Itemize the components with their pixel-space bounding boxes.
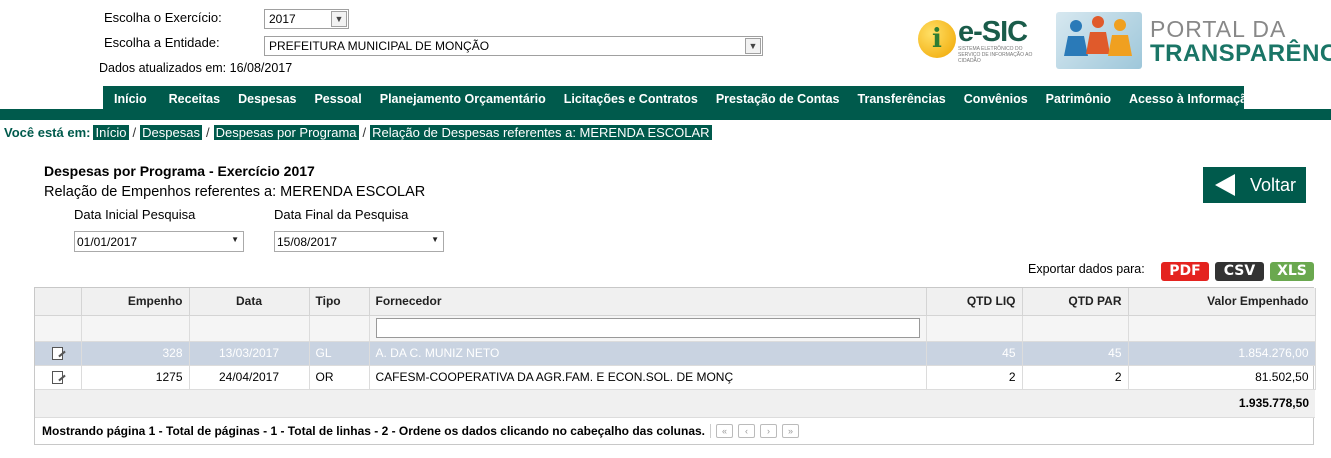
updated-text: Dados atualizados em: 16/08/2017 (99, 61, 293, 75)
esic-subtitle: SISTEMA ELETRÔNICO DO SERVIÇO DE INFORMA… (958, 46, 1033, 64)
cell-fornecedor: A. DA C. MUNIZ NETO (369, 341, 927, 366)
fornecedor-filter-input[interactable] (375, 318, 920, 338)
exercicio-label: Escolha o Exercício: (104, 10, 222, 25)
prev-page-button[interactable]: ‹ (738, 423, 756, 438)
table-row[interactable]: 1275 24/04/2017 OR CAFESM-COOPERATIVA DA… (35, 365, 1316, 390)
document-edit-icon[interactable] (52, 371, 64, 385)
voltar-button[interactable]: Voltar (1203, 167, 1306, 203)
data-inicial-value: 01/01/2017 (77, 235, 138, 249)
main-menu: Início Receitas Despesas Pessoal Planeja… (103, 86, 1255, 111)
menu-item-licitacoes[interactable]: Licitações e Contratos (555, 92, 707, 106)
menu-item-transferencias[interactable]: Transferências (849, 92, 955, 106)
table-row[interactable]: 328 13/03/2017 GL A. DA C. MUNIZ NETO 45… (35, 341, 1316, 366)
menu-item-patrimonio[interactable]: Patrimônio (1037, 92, 1120, 106)
cell-valor: 81.502,50 (1128, 365, 1316, 390)
cell-empenho: 328 (81, 341, 190, 366)
export-csv-button[interactable]: CSV (1215, 262, 1264, 281)
col-header-qtd-par[interactable]: QTD PAR (1022, 288, 1129, 316)
cell-empenho: 1275 (81, 365, 190, 390)
portal-title-line1: PORTAL DA (1150, 16, 1287, 42)
menu-item-planejamento[interactable]: Planejamento Orçamentário (371, 92, 555, 106)
export-pdf-button[interactable]: PDF (1161, 262, 1209, 281)
caret-down-icon: ▼ (231, 235, 239, 244)
data-inicial-select[interactable]: 01/01/2017 ▼ (74, 231, 244, 252)
esic-logo[interactable]: i e-SIC SISTEMA ELETRÔNICO DO SERVIÇO DE… (918, 16, 1048, 64)
menu-item-despesas[interactable]: Despesas (229, 92, 305, 106)
voltar-label: Voltar (1250, 174, 1297, 195)
col-header-empenho[interactable]: Empenho (81, 288, 190, 316)
cell-qtd-par: 2 (1022, 365, 1129, 390)
portal-title-line2: TRANSPARÊNCIA (1150, 40, 1331, 67)
total-valor: 1.935.778,50 (1128, 389, 1315, 418)
data-final-label: Data Final da Pesquisa (274, 207, 409, 222)
next-page-button[interactable]: › (760, 423, 778, 438)
cell-valor: 1.854.276,00 (1128, 341, 1316, 366)
caret-down-icon: ▼ (431, 235, 439, 244)
data-inicial-label: Data Inicial Pesquisa (74, 207, 196, 222)
breadcrumb-despesas[interactable]: Despesas (140, 124, 202, 140)
breadcrumb: Você está em: Início / Despesas / Despes… (4, 124, 712, 140)
menu-item-prestacao[interactable]: Prestação de Contas (707, 92, 849, 106)
breadcrumb-current[interactable]: Relação de Despesas referentes a: MEREND… (370, 124, 712, 140)
export-label: Exportar dados para: (1028, 262, 1145, 276)
data-final-select[interactable]: 15/08/2017 ▼ (274, 231, 444, 252)
entidade-label: Escolha a Entidade: (104, 35, 220, 50)
pager: Mostrando página 1 - Total de páginas - … (35, 417, 1313, 444)
esic-title: e-SIC (958, 16, 1028, 48)
empenhos-grid: Empenho Data Tipo Fornecedor QTD LIQ QTD… (34, 287, 1316, 445)
col-header-tipo[interactable]: Tipo (309, 288, 370, 316)
breadcrumb-despesas-programa[interactable]: Despesas por Programa (213, 124, 359, 140)
data-final-value: 15/08/2017 (277, 235, 338, 249)
col-header-icon (35, 288, 82, 316)
col-header-qtd-liq[interactable]: QTD LIQ (926, 288, 1023, 316)
cell-tipo: GL (309, 341, 370, 366)
cell-data: 24/04/2017 (189, 365, 310, 390)
cell-data: 13/03/2017 (189, 341, 310, 366)
cell-qtd-liq: 45 (926, 341, 1023, 366)
breadcrumb-inicio[interactable]: Início (93, 124, 129, 140)
chevron-down-icon: ▼ (331, 11, 347, 27)
chevron-down-icon: ▼ (745, 38, 761, 54)
col-header-valor[interactable]: Valor Empenhado (1128, 288, 1316, 316)
table-header-row: Empenho Data Tipo Fornecedor QTD LIQ QTD… (35, 288, 1316, 316)
breadcrumb-lead: Você está em: (4, 124, 91, 140)
last-page-button[interactable]: » (782, 423, 800, 438)
menu-item-receitas[interactable]: Receitas (160, 92, 229, 106)
first-page-button[interactable]: « (716, 423, 734, 438)
entidade-select[interactable]: PREFEITURA MUNICIPAL DE MONÇÃO ▼ (264, 36, 763, 56)
exercicio-value: 2017 (269, 12, 296, 26)
menu-item-pessoal[interactable]: Pessoal (305, 92, 370, 106)
cell-qtd-par: 45 (1022, 341, 1129, 366)
pager-text: Mostrando página 1 - Total de páginas - … (42, 423, 706, 438)
portal-transparencia-logo[interactable]: PORTAL DA TRANSPARÊNCIA (1056, 12, 1331, 72)
people-figures-icon (1056, 12, 1142, 69)
menu-item-acesso[interactable]: Acesso à Informação (1120, 92, 1264, 106)
page-title: Despesas por Programa - Exercício 2017 (44, 163, 315, 179)
back-arrow-icon (1215, 174, 1235, 196)
filter-row (35, 315, 1316, 342)
menu-item-inicio[interactable]: Início (103, 92, 160, 106)
export-xls-button[interactable]: XLS (1270, 262, 1314, 281)
document-edit-icon[interactable] (52, 347, 64, 361)
cell-tipo: OR (309, 365, 370, 390)
col-header-data[interactable]: Data (189, 288, 310, 316)
page-subtitle: Relação de Empenhos referentes a: MEREND… (44, 184, 426, 200)
exercicio-select[interactable]: 2017 ▼ (264, 9, 349, 29)
entidade-value: PREFEITURA MUNICIPAL DE MONÇÃO (269, 39, 490, 53)
cell-fornecedor: CAFESM-COOPERATIVA DA AGR.FAM. E ECON.SO… (369, 365, 927, 390)
col-header-fornecedor[interactable]: Fornecedor (369, 288, 927, 316)
menu-item-convenios[interactable]: Convênios (955, 92, 1037, 106)
cell-qtd-liq: 2 (926, 365, 1023, 390)
total-row: 1.935.778,50 (35, 389, 1315, 418)
